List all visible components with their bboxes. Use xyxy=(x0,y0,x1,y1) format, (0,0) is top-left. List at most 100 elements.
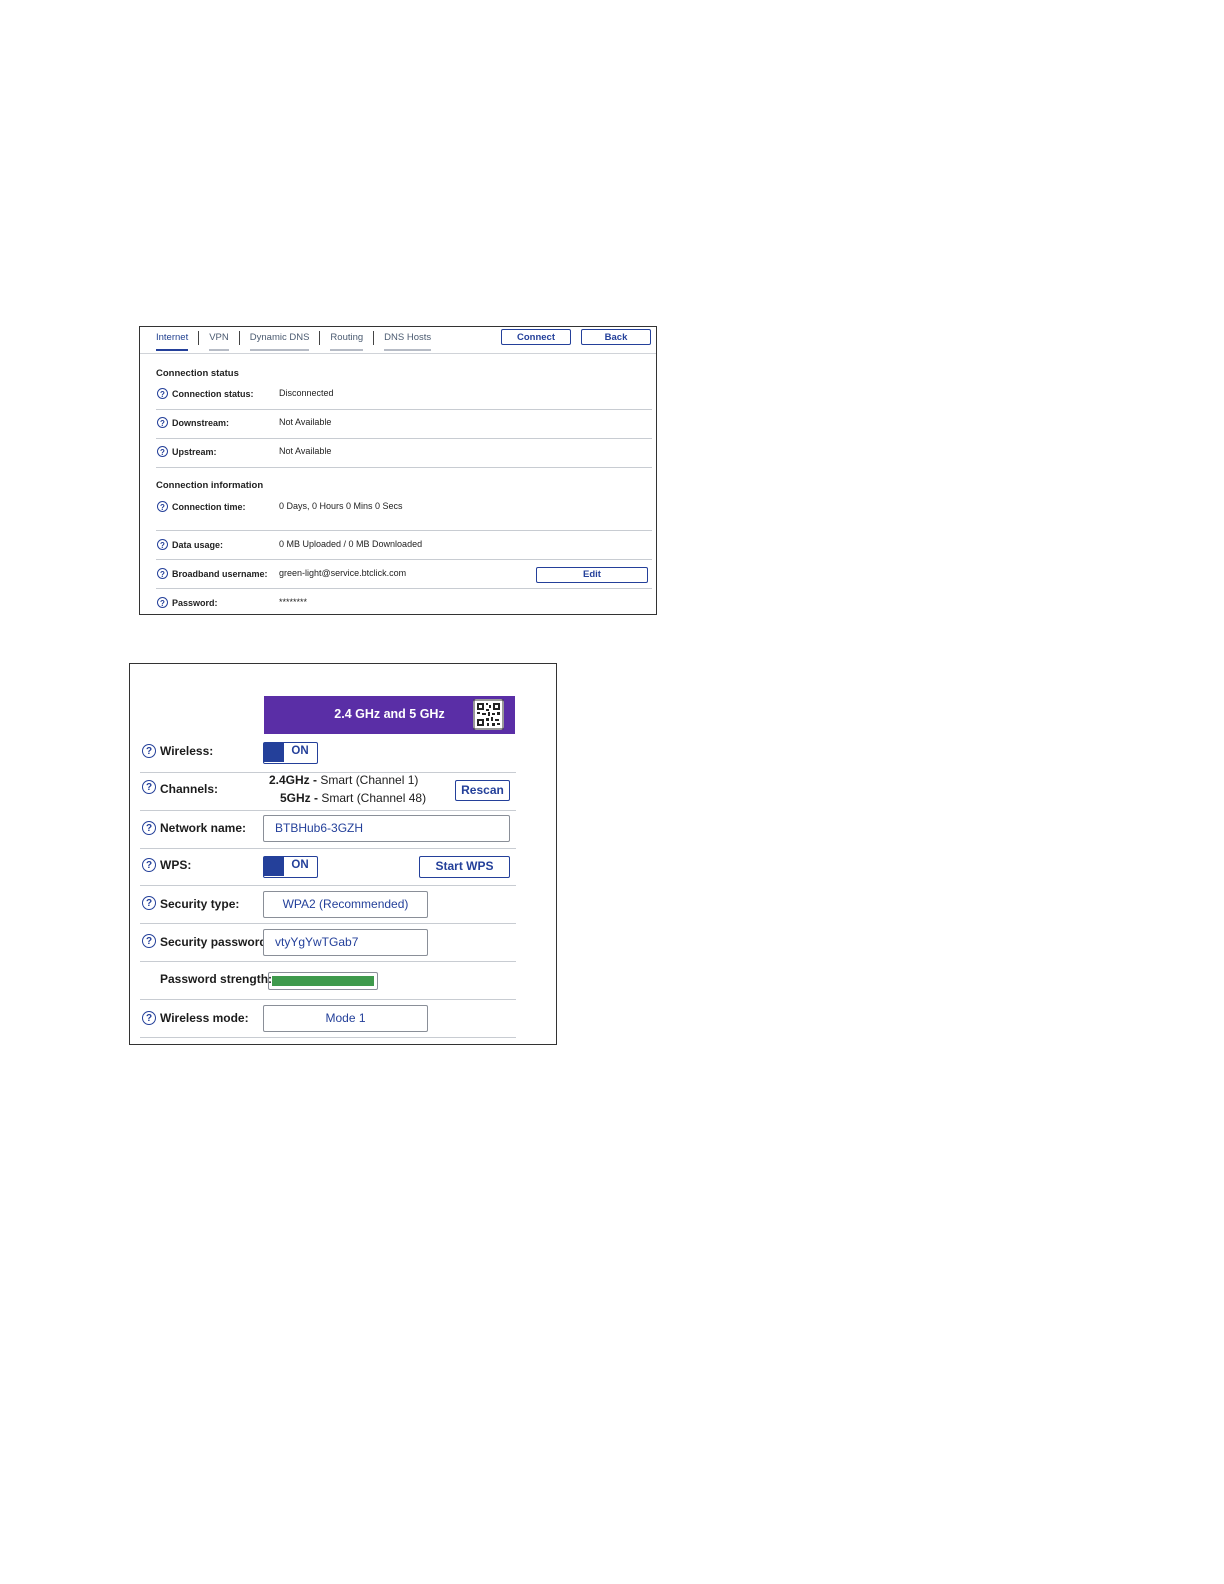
help-icon[interactable]: ? xyxy=(157,539,168,550)
help-icon[interactable]: ? xyxy=(142,934,156,948)
row-divider xyxy=(156,467,652,468)
internet-settings-panel: Internet VPN Dynamic DNS Routing DNS Hos… xyxy=(139,326,657,615)
row-label: Upstream: xyxy=(172,447,217,457)
channels-label: Channels: xyxy=(160,782,219,796)
band-header: 2.4 GHz and 5 GHz xyxy=(264,696,515,734)
row-divider xyxy=(156,530,652,531)
tab-dynamic-dns[interactable]: Dynamic DNS xyxy=(249,331,310,351)
security-type-select[interactable]: WPA2 (Recommended) xyxy=(263,891,428,918)
password-row: ? Password: ******** xyxy=(156,597,652,625)
tab-vpn[interactable]: VPN xyxy=(209,331,229,351)
row-label: Connection time: xyxy=(172,502,246,512)
connection-status-heading: Connection status xyxy=(156,368,239,379)
tab-divider xyxy=(198,331,200,345)
edit-button[interactable]: Edit xyxy=(536,567,648,583)
channel-5ghz: 5GHz - Smart (Channel 48) xyxy=(280,791,426,805)
help-icon[interactable]: ? xyxy=(157,597,168,608)
row-divider xyxy=(156,409,652,410)
channels-row: ? Channels: 2.4GHz - Smart (Channel 1) 5… xyxy=(140,773,516,810)
network-name-input[interactable]: BTBHub6-3GZH xyxy=(263,815,510,842)
tab-internet[interactable]: Internet xyxy=(156,331,189,351)
wireless-mode-label: Wireless mode: xyxy=(160,1011,249,1025)
channel-band-label: 5GHz - xyxy=(280,791,319,805)
wireless-mode-row: ? Wireless mode: Mode 1 xyxy=(140,1005,516,1035)
wireless-mode-select[interactable]: Mode 1 xyxy=(263,1005,428,1032)
toggle-knob xyxy=(264,857,284,876)
downstream-row: ? Downstream: Not Available xyxy=(156,417,652,445)
network-name-row: ? Network name: BTBHub6-3GZH xyxy=(140,815,516,845)
header-divider xyxy=(140,353,656,354)
start-wps-button[interactable]: Start WPS xyxy=(419,856,510,878)
wireless-row: ? Wireless: ON xyxy=(140,742,516,766)
row-value: ******** xyxy=(279,597,308,607)
password-strength-label: Password strength: xyxy=(160,972,273,986)
row-label: Broadband username: xyxy=(172,569,268,579)
row-label: Password: xyxy=(172,598,218,608)
toggle-knob xyxy=(264,743,284,762)
security-type-label: Security type: xyxy=(160,897,240,911)
qr-code-icon[interactable] xyxy=(473,699,504,730)
toggle-state: ON xyxy=(291,745,309,757)
password-strength-meter xyxy=(268,972,378,990)
help-icon[interactable]: ? xyxy=(142,896,156,910)
row-divider xyxy=(140,810,516,811)
tab-dns-hosts[interactable]: DNS Hosts xyxy=(384,331,432,351)
row-label: Data usage: xyxy=(172,540,224,550)
row-label: Downstream: xyxy=(172,418,230,428)
channel-band-label: 2.4GHz - xyxy=(269,773,318,787)
wps-toggle[interactable]: ON xyxy=(263,856,318,878)
help-icon[interactable]: ? xyxy=(157,417,168,428)
row-value: 0 Days, 0 Hours 0 Mins 0 Secs xyxy=(279,501,403,511)
data-usage-row: ? Data usage: 0 MB Uploaded / 0 MB Downl… xyxy=(156,539,652,567)
row-divider xyxy=(140,1037,516,1038)
row-label: Connection status: xyxy=(172,389,254,399)
channel-value: Smart (Channel 1) xyxy=(317,773,419,787)
channel-24ghz: 2.4GHz - Smart (Channel 1) xyxy=(269,773,418,787)
row-value: Not Available xyxy=(279,446,332,456)
row-divider xyxy=(156,559,652,560)
wireless-toggle[interactable]: ON xyxy=(263,742,318,764)
row-divider xyxy=(140,848,516,849)
upstream-row: ? Upstream: Not Available xyxy=(156,446,652,474)
row-divider xyxy=(140,999,516,1000)
help-icon[interactable]: ? xyxy=(157,568,168,579)
wps-label: WPS: xyxy=(160,858,192,872)
row-value: Not Available xyxy=(279,417,332,427)
connection-status-row: ? Connection status: Disconnected xyxy=(156,388,652,416)
back-button[interactable]: Back xyxy=(581,329,651,345)
security-password-row: ? Security password: vtyYgYwTGab7 xyxy=(140,929,516,959)
help-icon[interactable]: ? xyxy=(157,388,168,399)
wireless-settings-panel: 2.4 GHz and 5 GHz ? Wireless: ON ? Chann… xyxy=(129,663,557,1045)
channel-value: Smart (Channel 48) xyxy=(318,791,427,805)
help-icon[interactable]: ? xyxy=(157,446,168,457)
security-password-label: Security password: xyxy=(160,935,271,949)
tab-divider xyxy=(319,331,321,345)
security-password-input[interactable]: vtyYgYwTGab7 xyxy=(263,929,428,956)
password-strength-fill xyxy=(272,976,374,986)
settings-tabs: Internet VPN Dynamic DNS Routing DNS Hos… xyxy=(156,331,441,353)
row-divider xyxy=(140,923,516,924)
row-divider xyxy=(140,961,516,962)
wps-row: ? WPS: ON Start WPS xyxy=(140,856,516,880)
rescan-button[interactable]: Rescan xyxy=(455,780,510,801)
security-type-row: ? Security type: WPA2 (Recommended) xyxy=(140,891,516,921)
toggle-state: ON xyxy=(291,859,309,871)
row-value: 0 MB Uploaded / 0 MB Downloaded xyxy=(279,539,423,549)
row-divider xyxy=(140,885,516,886)
wireless-label: Wireless: xyxy=(160,744,214,758)
help-icon[interactable]: ? xyxy=(142,821,156,835)
help-icon[interactable]: ? xyxy=(142,1011,156,1025)
row-divider xyxy=(156,588,652,589)
network-name-label: Network name: xyxy=(160,821,247,835)
connect-button[interactable]: Connect xyxy=(501,329,571,345)
row-divider xyxy=(156,438,652,439)
help-icon[interactable]: ? xyxy=(142,858,156,872)
row-value: Disconnected xyxy=(279,388,334,398)
help-icon[interactable]: ? xyxy=(157,501,168,512)
connection-information-heading: Connection information xyxy=(156,480,264,491)
help-icon[interactable]: ? xyxy=(142,780,156,794)
help-icon[interactable]: ? xyxy=(142,744,156,758)
tab-divider xyxy=(238,331,240,345)
tab-routing[interactable]: Routing xyxy=(330,331,364,351)
row-value: green-light@service.btclick.com xyxy=(279,568,407,578)
